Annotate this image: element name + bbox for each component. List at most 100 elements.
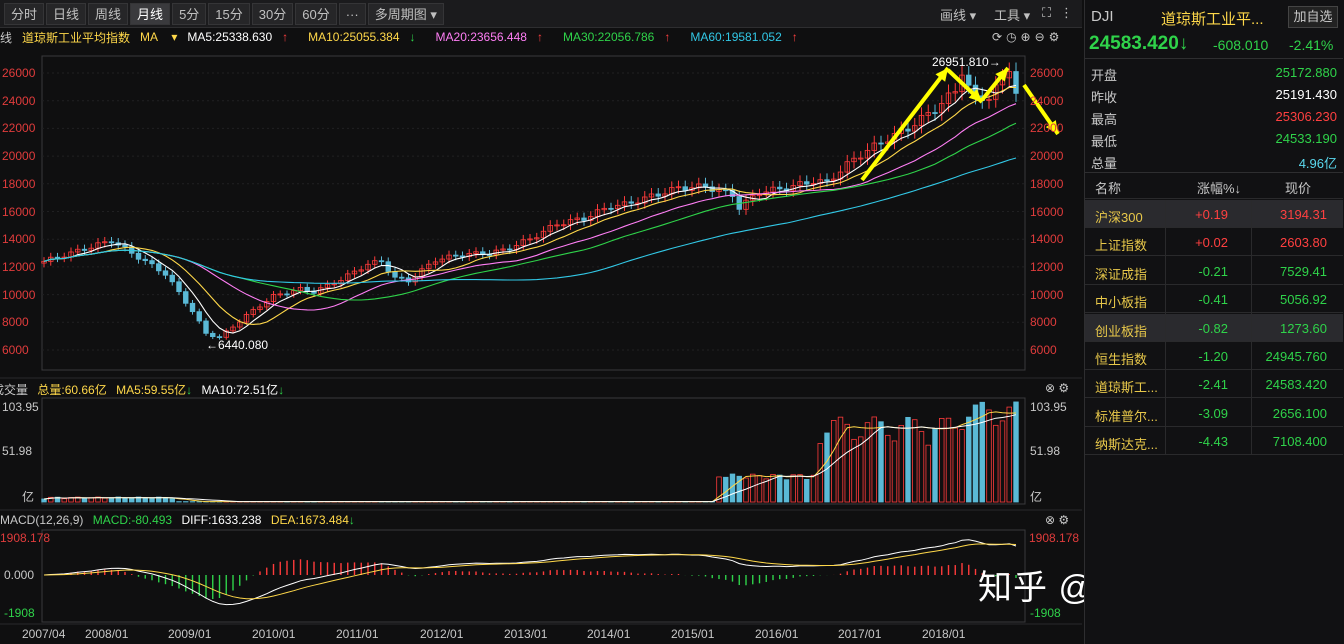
quote-key: 开盘 [1091, 68, 1118, 83]
quote-row: 昨收 25191.430 [1085, 84, 1344, 106]
y-tick-label: 16000 [1030, 204, 1064, 219]
macd-dea-line [43, 543, 1017, 600]
market-name: 纳斯达克... [1095, 437, 1158, 453]
candle-body [655, 193, 661, 197]
y-tick-label: 22000 [2, 121, 36, 136]
y-tick-label: 14000 [2, 232, 36, 247]
candle-body [196, 311, 202, 322]
candle-body [723, 189, 729, 192]
candle-body [804, 181, 810, 185]
y-tick-label: 24000 [2, 93, 36, 108]
volume-bar [777, 474, 783, 503]
market-change: -4.43 [1198, 434, 1228, 450]
candle-body [905, 128, 911, 132]
quote-value: 4.96亿 [1298, 156, 1337, 171]
candle-body [581, 217, 587, 221]
market-row[interactable]: 纳斯达克... -4.43 7108.400 [1085, 427, 1343, 456]
volume-bar [966, 416, 972, 503]
volume-ma5: MA5:59.55亿↓ [116, 383, 193, 397]
y-tick-label: 10000 [2, 287, 36, 302]
market-name: 中小板指 [1095, 295, 1148, 311]
market-price: 1273.60 [1280, 320, 1327, 336]
quote-value: 25191.430 [1275, 87, 1337, 102]
y-tick-label: 6000 [1030, 343, 1057, 357]
y-tick-label: 20000 [2, 149, 36, 164]
volume-frame [41, 397, 1026, 505]
volume-bar [129, 497, 135, 503]
candle-body [203, 320, 209, 334]
volume-bar [81, 498, 88, 503]
ma60-line [43, 157, 1017, 284]
volume-bar [986, 409, 992, 503]
x-tick-label: 2009/01 [168, 627, 212, 641]
y-tick-label: 8000 [1030, 315, 1057, 330]
y-tick-label: 24000 [1030, 93, 1064, 108]
market-row[interactable]: 创业板指 -0.82 1273.60 [1085, 313, 1343, 342]
y-tick-label: 20000 [1030, 149, 1064, 164]
candle-body [169, 274, 175, 283]
volume-bar [912, 419, 918, 503]
volume-y-top-right: 103.95 [1030, 400, 1067, 414]
volume-bar [959, 429, 965, 503]
volume-bar [939, 417, 945, 503]
x-tick-label: 2013/01 [504, 627, 548, 641]
candle-body [135, 252, 142, 260]
x-tick-label: 2015/01 [671, 627, 715, 641]
volume-y-mid: 51.98 [2, 444, 33, 458]
candle-body [507, 248, 513, 251]
candle-body [459, 255, 466, 258]
market-row[interactable]: 标准普尔... -3.09 2656.100 [1085, 399, 1343, 427]
header-price[interactable]: 现价 [1285, 178, 1311, 197]
market-price: 3194.31 [1280, 207, 1327, 222]
volume-bar [858, 436, 864, 503]
volume-y-unit-right: 亿 [1030, 490, 1043, 504]
stock-chart[interactable] [0, 0, 1082, 644]
volume-bar [797, 474, 803, 503]
add-watchlist-button[interactable]: 加自选 [1288, 6, 1338, 28]
market-row[interactable]: 沪深300 +0.19 3194.31 [1085, 200, 1343, 228]
market-row[interactable]: 恒生指数 -1.20 24945.760 [1085, 342, 1343, 370]
volume-bar [993, 424, 999, 503]
x-tick-label: 2010/01 [252, 627, 296, 641]
macd-y-top-right: 1908.178 [1029, 531, 1080, 545]
market-row[interactable]: 深证成指 -0.21 7529.41 [1085, 257, 1343, 285]
market-table-header: 名称 涨幅%↓ 现价 [1085, 173, 1343, 199]
market-row[interactable]: 中小板指 -0.41 5056.92 [1085, 285, 1343, 314]
y-tick-label: 16000 [2, 204, 36, 219]
y-tick-label: 18000 [1030, 176, 1064, 191]
candle-body [142, 258, 148, 262]
market-row[interactable]: 上证指数 +0.02 2603.80 [1085, 228, 1343, 257]
macd-y-bot: -1908 [4, 606, 35, 620]
ma30-line [43, 122, 1017, 301]
market-name: 深证成指 [1095, 266, 1148, 282]
header-name[interactable]: 名称 [1095, 178, 1121, 197]
volume-bar [952, 427, 958, 503]
header-change[interactable]: 涨幅%↓ [1197, 178, 1241, 197]
quote-row: 总量 4.96亿 [1085, 150, 1344, 172]
y-tick-label: 26000 [1030, 66, 1064, 80]
candle-body [392, 271, 398, 278]
quote-row: 最高 25306.230 [1085, 106, 1344, 128]
market-change: -1.20 [1198, 349, 1228, 364]
candle-body [932, 112, 938, 114]
candle-body [1013, 71, 1019, 94]
candle-body [682, 186, 688, 191]
price-change: -608.010 [1213, 37, 1269, 53]
macd-title: MACD(12,26,9) [0, 513, 84, 527]
volume-bar [41, 498, 47, 503]
volume-close-icon[interactable]: ⊗ ⚙ [1045, 381, 1069, 395]
volume-bar [864, 422, 871, 503]
volume-bar [723, 476, 729, 503]
quote-panel: DJI 道琼斯工业平... 加自选 24583.420↓ -608.010 -2… [1084, 0, 1344, 644]
candle-body [453, 254, 459, 257]
market-row[interactable]: 道琼斯工... -2.41 24583.420 [1085, 370, 1343, 399]
volume-y-mid-right: 51.98 [1030, 444, 1061, 458]
macd-diff-line [43, 539, 1017, 606]
volume-bar [932, 428, 938, 503]
market-price: 24583.420 [1265, 377, 1327, 393]
candle-body [878, 142, 884, 145]
market-name: 创业板指 [1095, 323, 1148, 339]
candle-body [122, 244, 128, 248]
macd-close-icon[interactable]: ⊗ ⚙ [1045, 513, 1069, 527]
volume-bar [169, 498, 175, 503]
